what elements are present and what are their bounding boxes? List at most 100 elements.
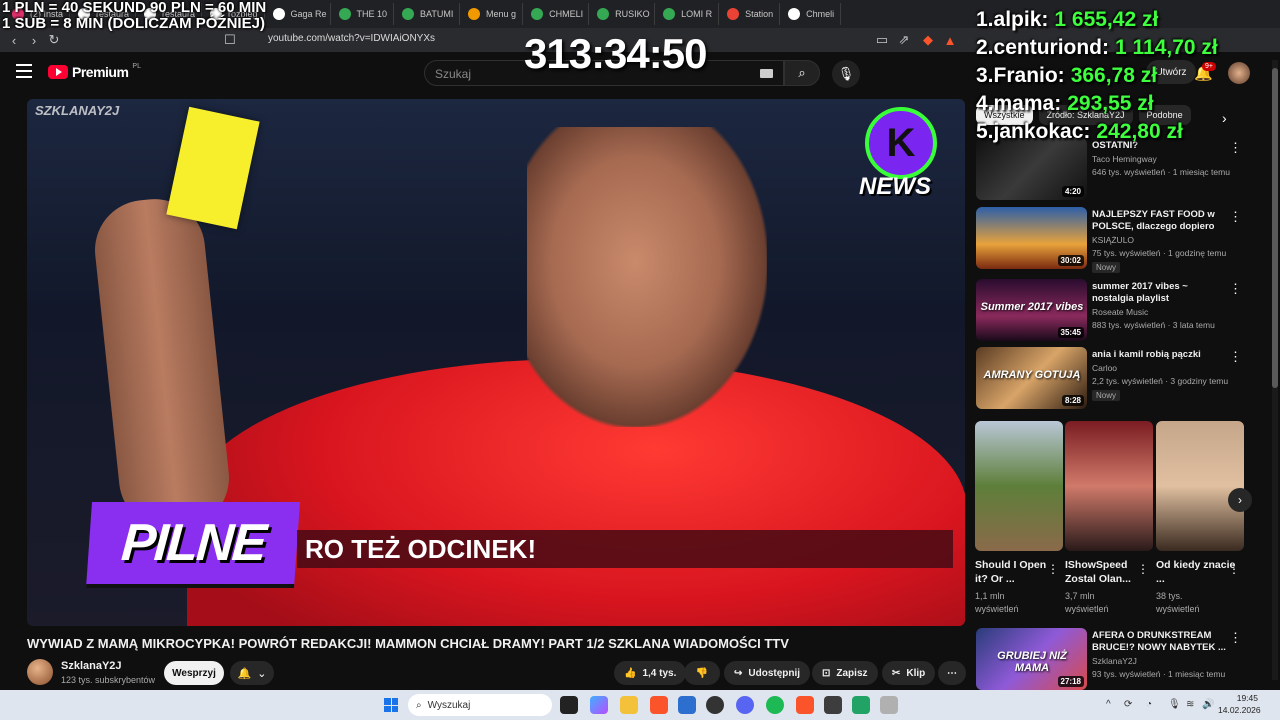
browser-tab[interactable]: LOMI R bbox=[657, 3, 720, 25]
notes-icon[interactable] bbox=[852, 696, 870, 714]
extensions-icon[interactable]: ▲ bbox=[940, 30, 960, 50]
recommendation-title[interactable]: NAJLEPSZY FAST FOOD w POLSCE, dlaczego d… bbox=[1092, 209, 1228, 233]
more-vertical-icon[interactable]: ⋮ bbox=[1229, 140, 1242, 156]
yellow-card-image bbox=[166, 106, 260, 230]
recommendation-thumbnail[interactable]: 30:02 bbox=[976, 207, 1087, 269]
video-player[interactable]: SZKLANAY2J K NEWS PILNE RO TEŻ ODCINEK! bbox=[27, 99, 965, 626]
install-icon[interactable]: ▭ bbox=[872, 30, 892, 50]
dislike-button[interactable]: 👎 bbox=[684, 661, 720, 685]
more-vertical-icon[interactable]: ⋮ bbox=[1229, 281, 1242, 297]
brave-browser-icon[interactable] bbox=[650, 696, 668, 714]
share-page-icon[interactable]: ⇗ bbox=[894, 30, 914, 50]
network-icon[interactable]: ◔ bbox=[1146, 699, 1152, 710]
store-icon[interactable] bbox=[678, 696, 696, 714]
new-badge: Nowy bbox=[1092, 390, 1121, 401]
taskbar-clock[interactable]: 19:45 14.02.2026 bbox=[1218, 692, 1261, 716]
browser-tab[interactable]: Menu g bbox=[462, 3, 524, 25]
recommendation-item[interactable]: 4:20 OSTATNI? Taco Hemingway 646 tys. wyświ… bbox=[976, 138, 1246, 200]
short-title[interactable]: IShowSpeed Zostal Olan... bbox=[1065, 558, 1145, 586]
tab-favicon-icon bbox=[597, 8, 610, 20]
browser-tab[interactable]: CHMELI bbox=[525, 3, 590, 25]
channel-subscribers: 123 tys. subskrybentów bbox=[61, 675, 156, 685]
recommendation-item[interactable]: GRUBIEJ NIŻ MAMA 27:18 AFERA O DRUNKSTREAM… bbox=[976, 628, 1246, 690]
recommendation-thumbnail[interactable]: AMRANY GOTUJĄ 8:28 bbox=[976, 347, 1087, 409]
taskbar-search-input[interactable]: ⌕ Wyszukaj bbox=[408, 694, 552, 716]
short-title[interactable]: Od kiedy znacie ... bbox=[1156, 558, 1236, 586]
volume-icon[interactable]: 🔊 bbox=[1202, 699, 1214, 710]
more-vertical-icon[interactable]: ⋮ bbox=[1229, 630, 1242, 646]
microphone-tray-icon[interactable]: 🎙 bbox=[1168, 699, 1181, 710]
youtube-premium-logo[interactable]: Premium PL bbox=[48, 63, 141, 80]
browser-tab[interactable]: Chmeli bbox=[782, 3, 842, 25]
obs-icon[interactable] bbox=[706, 696, 724, 714]
clock-date: 14.02.2026 bbox=[1218, 705, 1261, 715]
short-thumbnail[interactable] bbox=[1156, 421, 1244, 551]
browser-tab[interactable]: THE 10 bbox=[333, 3, 395, 25]
copilot-icon[interactable] bbox=[590, 696, 608, 714]
browser-tab[interactable]: Gaga Re bbox=[267, 3, 331, 25]
more-vertical-icon[interactable]: ⋮ bbox=[1047, 562, 1059, 576]
browser-tab[interactable]: RUSIKO bbox=[591, 3, 656, 25]
recommendation-thumbnail[interactable]: GRUBIEJ NIŻ MAMA 27:18 bbox=[976, 628, 1087, 690]
chevron-right-icon[interactable]: › bbox=[1222, 110, 1227, 126]
recommendation-item[interactable]: AMRANY GOTUJĄ 8:28 ania i kamil robią pącz… bbox=[976, 347, 1246, 409]
forward-icon[interactable]: › bbox=[24, 30, 44, 50]
recommendation-thumbnail[interactable]: 4:20 bbox=[976, 138, 1087, 200]
save-button[interactable]: ⊡ Zapisz bbox=[812, 661, 878, 685]
tray-app-icon[interactable]: ⟳ bbox=[1124, 699, 1132, 710]
more-actions-button[interactable]: ⋯ bbox=[938, 661, 966, 685]
bookmark-icon[interactable]: ☐ bbox=[220, 30, 240, 50]
more-vertical-icon[interactable]: ⋮ bbox=[1229, 349, 1242, 365]
voice-search-button[interactable]: 🎙 bbox=[832, 60, 860, 88]
wifi-icon[interactable]: ≋ bbox=[1186, 699, 1194, 710]
hamburger-menu-icon[interactable] bbox=[16, 64, 32, 78]
page-scrollbar[interactable] bbox=[1272, 60, 1278, 680]
recommendation-channel[interactable]: SzklanaY2J bbox=[1092, 656, 1137, 666]
scrollbar-thumb[interactable] bbox=[1272, 68, 1278, 388]
discord-icon[interactable] bbox=[736, 696, 754, 714]
game-icon[interactable] bbox=[824, 696, 842, 714]
url-field[interactable]: youtube.com/watch?v=IDWIAiONYXs bbox=[268, 33, 435, 44]
recommendation-channel[interactable]: Carloo bbox=[1092, 363, 1117, 373]
keyboard-icon[interactable] bbox=[760, 69, 773, 78]
recommendation-title[interactable]: ania i kamil robią pączki bbox=[1092, 349, 1228, 361]
brave-shield-icon[interactable]: ◆ bbox=[918, 30, 938, 50]
back-icon[interactable]: ‹ bbox=[4, 30, 24, 50]
recommendation-item[interactable]: Summer 2017 vibes 35:45 summer 2017 vibes … bbox=[976, 279, 1246, 341]
reload-icon[interactable]: ↻ bbox=[44, 30, 64, 50]
shorts-next-button[interactable]: › bbox=[1228, 488, 1252, 512]
recommendation-meta: 75 tys. wyświetleń · 1 godzinę temu bbox=[1092, 248, 1227, 258]
tray-expand-icon[interactable]: ^ bbox=[1106, 699, 1111, 710]
more-vertical-icon[interactable]: ⋮ bbox=[1228, 562, 1240, 576]
more-vertical-icon[interactable]: ⋮ bbox=[1229, 209, 1242, 225]
file-explorer-icon[interactable] bbox=[620, 696, 638, 714]
recommendation-title[interactable]: AFERA O DRUNKSTREAM BRUCE!? NOWY NABYTEK… bbox=[1092, 630, 1228, 654]
short-thumbnail[interactable] bbox=[975, 421, 1063, 551]
tab-label: BATUMI bbox=[420, 9, 454, 19]
calculator-icon[interactable] bbox=[880, 696, 898, 714]
windows-start-icon[interactable] bbox=[384, 698, 398, 712]
more-vertical-icon[interactable]: ⋮ bbox=[1137, 562, 1149, 576]
browser-tab[interactable]: Station bbox=[721, 3, 781, 25]
short-title[interactable]: Should I Open it? Or ... bbox=[975, 558, 1055, 586]
recommendation-channel[interactable]: Roseate Music bbox=[1092, 307, 1148, 317]
recommendation-channel[interactable]: Taco Hemingway bbox=[1092, 154, 1157, 164]
short-thumbnail[interactable] bbox=[1065, 421, 1153, 551]
channel-avatar[interactable] bbox=[27, 659, 53, 685]
task-view-icon[interactable] bbox=[560, 696, 578, 714]
clip-button[interactable]: ✂ Klip bbox=[882, 661, 936, 685]
recommendation-item[interactable]: 30:02 NAJLEPSZY FAST FOOD w POLSCE, dlacz… bbox=[976, 207, 1246, 273]
subscription-bell-button[interactable]: 🔔 ⌄ bbox=[230, 661, 274, 685]
like-button[interactable]: 👍 1,4 tys. bbox=[614, 661, 687, 685]
recommendation-channel[interactable]: KSIĄŻULO bbox=[1092, 235, 1134, 245]
share-button[interactable]: ↪ Udostępnij bbox=[724, 661, 811, 685]
recommendation-title[interactable]: summer 2017 vibes ~ nostalgia playlist bbox=[1092, 281, 1228, 305]
recommendation-thumbnail[interactable]: Summer 2017 vibes 35:45 bbox=[976, 279, 1087, 341]
search-button[interactable]: ⌕ bbox=[784, 60, 820, 86]
brave-browser-2-icon[interactable] bbox=[796, 696, 814, 714]
spotify-icon[interactable] bbox=[766, 696, 784, 714]
support-button[interactable]: Wesprzyj bbox=[164, 661, 224, 685]
user-avatar[interactable] bbox=[1228, 62, 1250, 84]
browser-tab[interactable]: BATUMI bbox=[396, 3, 461, 25]
channel-name[interactable]: SzklanaY2J bbox=[61, 660, 122, 672]
